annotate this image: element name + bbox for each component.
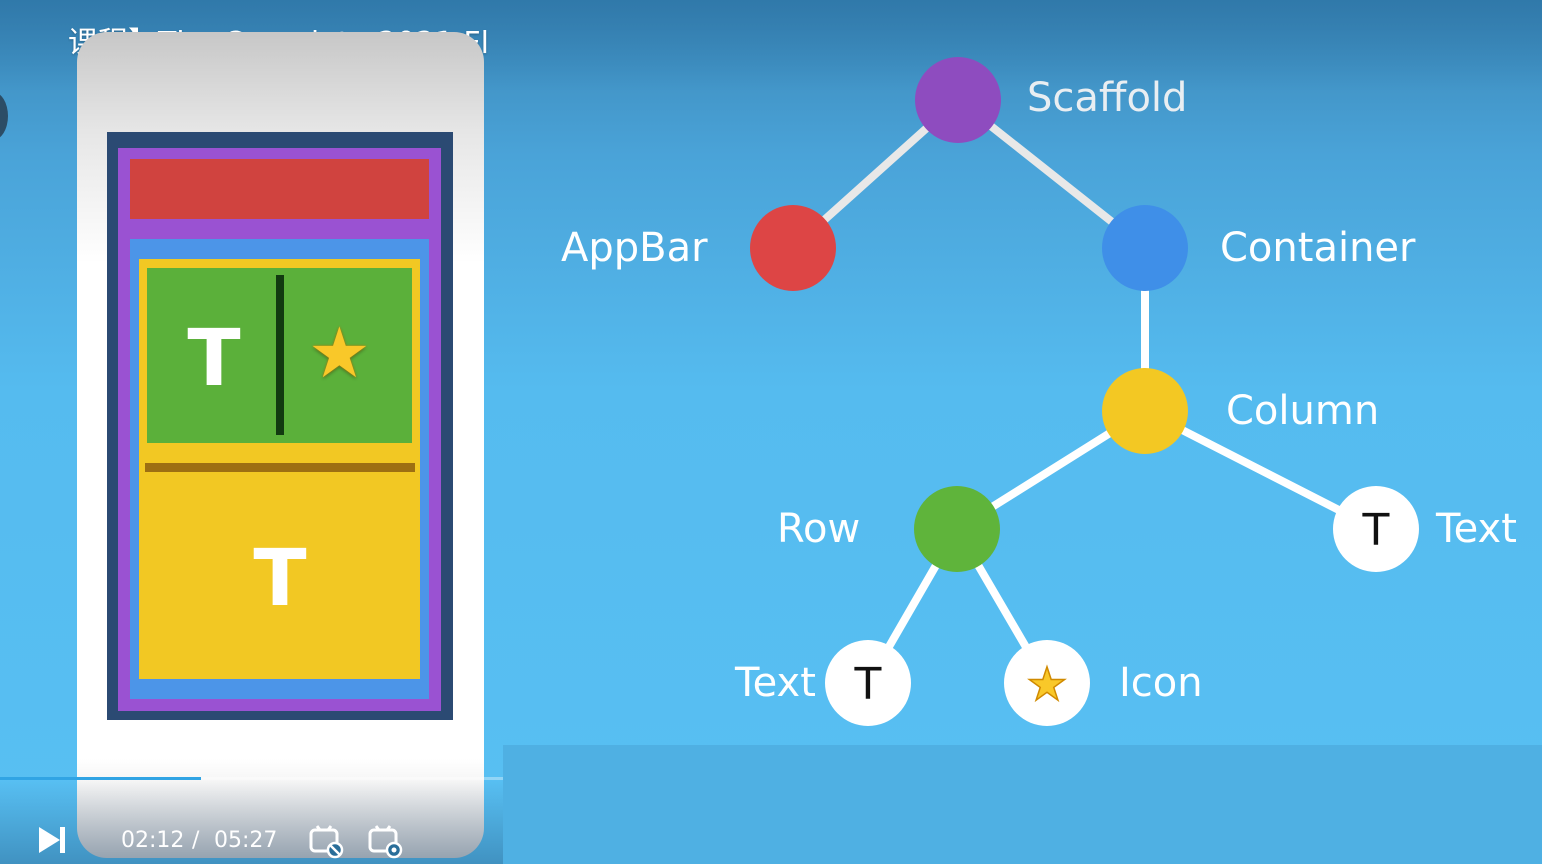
danmaku-settings-icon[interactable]	[367, 823, 403, 859]
label-text-left: Text	[735, 660, 816, 706]
skip-next-icon[interactable]	[36, 823, 68, 857]
duration: 05:27	[214, 828, 278, 853]
time-separator: /	[192, 828, 200, 853]
label-icon: Icon	[1119, 660, 1203, 706]
node-scaffold	[915, 57, 1001, 143]
label-text-right: Text	[1436, 506, 1517, 552]
label-scaffold: Scaffold	[1027, 75, 1188, 121]
current-time: 02:12	[121, 828, 185, 853]
node-appbar	[750, 205, 836, 291]
label-column: Column	[1226, 388, 1380, 434]
progress-bar-played	[0, 777, 202, 780]
danmaku-toggle-icon[interactable]	[308, 823, 344, 859]
node-row	[914, 486, 1000, 572]
label-row: Row	[777, 506, 861, 552]
label-container: Container	[1220, 225, 1416, 271]
node-container	[1102, 205, 1188, 291]
node-column	[1102, 368, 1188, 454]
node-text-right-glyph: T	[1362, 505, 1390, 556]
node-star-icon: ★	[1026, 657, 1067, 711]
node-text-left-glyph: T	[854, 659, 882, 710]
label-appbar: AppBar	[561, 225, 708, 271]
